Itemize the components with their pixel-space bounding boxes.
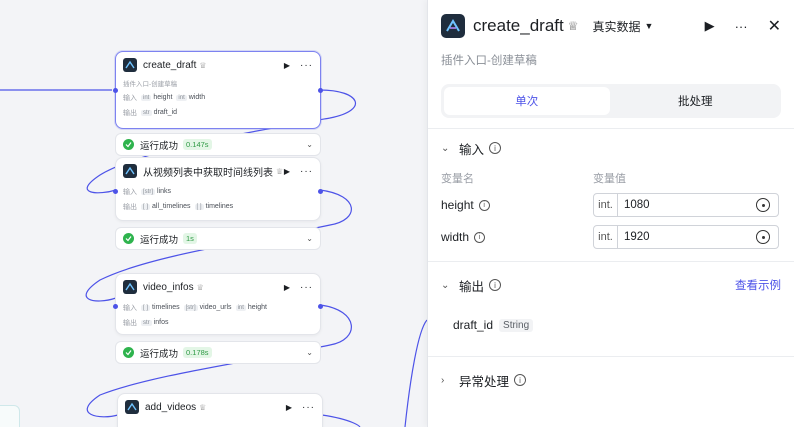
node-more-button[interactable]: ··· [300,166,313,177]
run-node-button[interactable]: ▶ [284,167,290,176]
run-node-button[interactable]: ▶ [286,403,292,412]
plugin-icon [123,58,137,72]
node-status-bar[interactable]: 运行成功 1s ⌄ [115,227,321,250]
output-section-header[interactable]: ⌄ 输出 i 查看示例 [428,262,794,308]
node-description: 插件入口-创建草稿 [123,81,178,88]
canvas-side-widget[interactable] [0,405,20,427]
data-mode-select[interactable]: 真实数据 ▼ [593,18,654,35]
node-status-bar[interactable]: 运行成功 0.178s ⌄ [115,341,321,364]
plugin-logo-icon [441,14,465,38]
panel-description: 插件入口-创建草稿 [441,55,537,67]
node-add-videos[interactable]: add_videos ♕ ▶ ··· [117,393,323,427]
output-port[interactable] [318,88,323,93]
node-title: create_draft [143,59,197,71]
view-example-link[interactable]: 查看示例 [735,277,781,293]
success-icon [123,139,134,150]
store-icon: ♕ [199,402,207,412]
node-more-button[interactable]: ··· [300,60,313,71]
caret-down-icon: ▼ [644,21,654,31]
variable-row-height: height i int. 1080 [428,189,794,221]
node-title: video_infos [143,281,194,293]
info-icon[interactable]: i [514,374,527,386]
success-icon [123,233,134,244]
node-outputs-row: 输出 str draft_id [123,109,178,117]
info-icon[interactable]: i [478,199,490,211]
chevron-down-icon: ⌄ [306,140,313,149]
chevron-right-icon: › [441,374,445,386]
variable-row-width: width i int. 1920 [428,221,794,253]
more-icon[interactable]: ··· [735,19,748,34]
node-title: add_videos [145,401,197,413]
node-title: 从视频列表中获取时间线列表 [143,167,273,179]
output-port[interactable] [318,304,323,309]
info-icon[interactable]: i [489,279,502,291]
plugin-icon [123,164,137,178]
stepper-icon[interactable] [756,198,770,212]
node-create-draft[interactable]: create_draft ♕ ▶ ··· 插件入口-创建草稿 输入 int hei… [113,51,323,129]
input-section-header[interactable]: ⌄ 输入 i [428,129,794,167]
store-icon: ♕ [567,19,579,33]
node-more-button[interactable]: ··· [302,402,315,413]
input-port[interactable] [113,88,118,93]
store-icon: ♕ [276,166,284,176]
node-get-timelines[interactable]: 从视频列表中获取时间线列表 ♕ ▶ ··· 输入 [str] links 输出 [… [113,157,323,221]
plugin-icon [123,280,137,294]
chevron-down-icon: ⌄ [306,348,313,357]
node-outputs-row: 输出 str infos [123,319,169,327]
run-node-button[interactable]: ▶ [284,283,290,292]
close-icon[interactable]: ✕ [768,16,781,36]
success-icon [123,347,134,358]
run-mode-tabs: 单次 批处理 [441,84,781,118]
node-inputs-row: 输入 [ ] timelines [str] video_urls int heigh… [123,304,267,312]
node-inputs-row: 输入 int height int width [123,94,206,102]
output-var-row: draft_id String [428,308,794,342]
height-input[interactable]: int. 1080 [593,193,779,217]
variable-column-headers: 变量名 变量值 [441,173,626,185]
node-outputs-row: 输出 [ ] all_timelines [ ] timelines [123,203,234,211]
stepper-icon[interactable] [756,230,770,244]
node-inputs-row: 输入 [str] links [123,188,172,196]
chevron-down-icon: ⌄ [441,279,450,291]
panel-header: create_draft ♕ 真实数据 ▼ ▶ ··· ✕ [428,0,794,52]
node-video-infos[interactable]: video_infos ♕ ▶ ··· 输入 [ ] timelines [str… [113,273,323,335]
run-node-button[interactable]: ▶ [284,61,290,70]
input-port[interactable] [113,189,118,194]
run-button[interactable]: ▶ [705,18,715,34]
node-test-panel: create_draft ♕ 真实数据 ▼ ▶ ··· ✕ 插件入口-创建草稿 单… [427,0,794,427]
tab-batch[interactable]: 批处理 [613,87,779,115]
plugin-icon [125,400,139,414]
node-status-bar[interactable]: 运行成功 0.147s ⌄ [115,133,321,156]
chevron-down-icon: ⌄ [306,234,313,243]
panel-title: create_draft [473,16,564,35]
width-input[interactable]: int. 1920 [593,225,779,249]
error-handling-section-header[interactable]: › 异常处理 i [428,357,794,403]
chevron-down-icon: ⌄ [441,142,450,154]
node-more-button[interactable]: ··· [300,282,313,293]
tab-single[interactable]: 单次 [444,87,610,115]
info-icon[interactable]: i [474,231,486,243]
store-icon: ♕ [196,282,204,292]
input-port[interactable] [113,304,118,309]
info-icon[interactable]: i [489,142,502,154]
output-port[interactable] [318,189,323,194]
store-icon: ♕ [199,60,207,70]
